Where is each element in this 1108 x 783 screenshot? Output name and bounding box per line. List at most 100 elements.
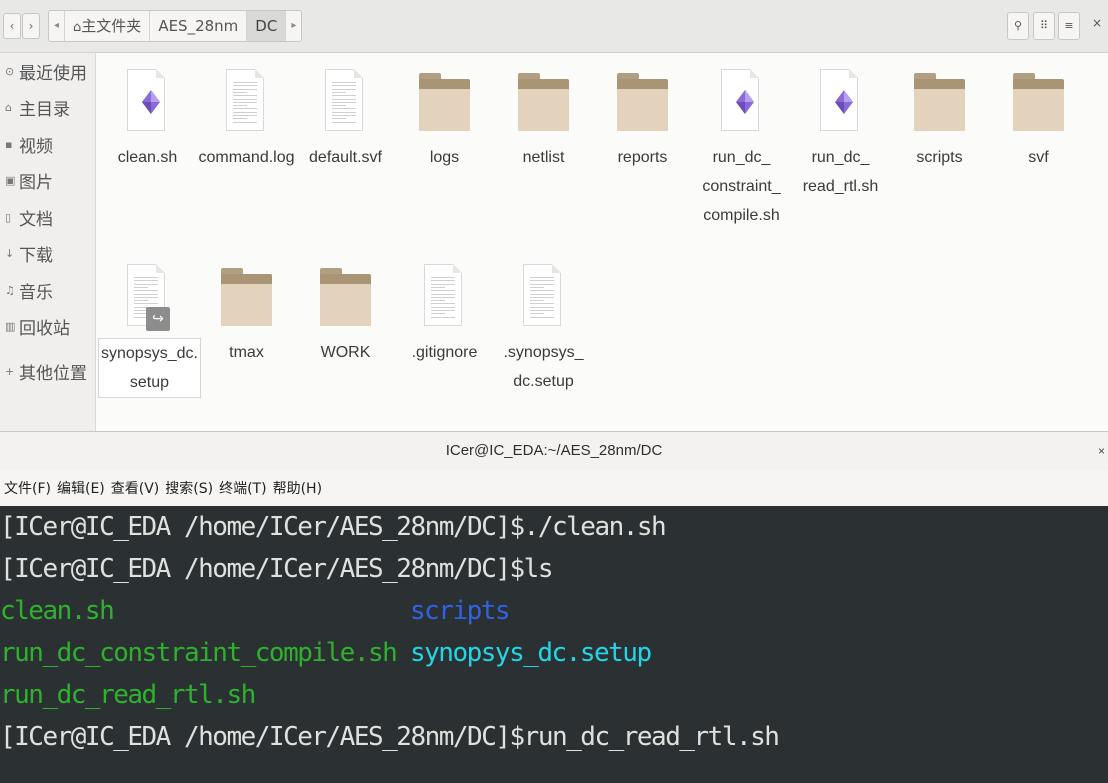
page-fold xyxy=(552,264,561,273)
file-item[interactable]: .gitignore xyxy=(395,248,494,367)
file-item[interactable]: command.log xyxy=(197,53,296,172)
file-name-label: .synopsys_ dc.setup xyxy=(494,338,593,396)
folder-icon xyxy=(221,268,272,326)
page-fold xyxy=(453,264,462,273)
folder-icon xyxy=(419,73,470,131)
menu-button[interactable]: ≡ xyxy=(1058,12,1080,40)
sidebar-item[interactable]: ▪ 视频 xyxy=(0,126,95,163)
file-name-label: tmax xyxy=(197,338,296,367)
search-button[interactable]: ⚲ xyxy=(1007,12,1029,40)
text-line xyxy=(233,115,257,116)
text-line xyxy=(134,277,158,278)
terminal-titlebar: ICer@IC_EDA:~/AES_28nm/DC × xyxy=(0,431,1108,471)
folder-icon-wrap xyxy=(395,53,494,143)
file-item[interactable]: ↪ synopsys_dc. setup xyxy=(98,248,201,398)
page-fold xyxy=(156,264,165,273)
folder-icon-wrap xyxy=(890,53,989,143)
terminal-menu-item[interactable]: 查看(V) xyxy=(111,478,160,498)
terminal-output[interactable]: [ICer@IC_EDA /home/ICer/AES_28nm/DC]$./c… xyxy=(0,506,1108,783)
page-fold xyxy=(255,69,264,78)
terminal-menubar: 文件(F) 编辑(E) 查看(V) 搜索(S) 终端(T) 帮助(H) xyxy=(0,470,1108,506)
folder-icon xyxy=(320,268,371,326)
text-line xyxy=(431,306,455,308)
music-icon: ♫ xyxy=(5,283,15,297)
text-line xyxy=(530,300,544,302)
text-icon-wrap xyxy=(395,248,494,338)
sidebar-item[interactable]: ↓ 下载 xyxy=(0,236,95,273)
file-item[interactable]: netlist xyxy=(494,53,593,172)
terminal-line: run_dc_read_rtl.sh xyxy=(0,674,1108,716)
terminal-text: run_dc_constraint_compile.sh xyxy=(0,638,398,668)
sidebar-item[interactable]: ⊙ 最近使用 xyxy=(0,53,95,90)
text-line xyxy=(332,88,356,90)
terminal-menu-item[interactable]: 帮助(H) xyxy=(273,478,322,498)
file-name-label: WORK xyxy=(296,338,395,367)
file-name-line: tmax xyxy=(229,344,264,361)
breadcrumb-home[interactable]: ⌂主文件夹 xyxy=(65,11,151,41)
file-item[interactable]: reports xyxy=(593,53,692,172)
file-item[interactable]: run_dc_ constraint_ compile.sh xyxy=(692,53,791,230)
sidebar-item[interactable]: ▣ 图片 xyxy=(0,163,95,200)
text-line xyxy=(431,290,455,292)
sidebar-item[interactable]: ♫ 音乐 xyxy=(0,272,95,309)
back-button[interactable]: ‹ xyxy=(3,13,21,39)
breadcrumb-right-arrow[interactable]: ▸ xyxy=(286,11,301,41)
text-line xyxy=(332,111,356,113)
file-name-label: run_dc_ read_rtl.sh xyxy=(791,143,890,201)
terminal-menu-item[interactable]: 终端(T) xyxy=(219,478,266,498)
file-item[interactable]: scripts xyxy=(890,53,989,172)
folder-icon xyxy=(914,73,965,131)
file-name-line: .synopsys_ xyxy=(503,344,584,361)
page-fold xyxy=(849,69,858,78)
file-item[interactable]: default.svf xyxy=(296,53,395,172)
text-line xyxy=(332,82,356,83)
text-line xyxy=(134,303,158,305)
forward-button[interactable]: › xyxy=(22,13,40,39)
sidebar-item[interactable]: ▥ 回收站 xyxy=(0,309,95,346)
file-item[interactable]: .synopsys_ dc.setup xyxy=(494,248,593,396)
text-file-icon xyxy=(325,69,363,131)
sidebar-item[interactable]: + 其他位置 xyxy=(0,353,95,390)
file-item[interactable]: svf xyxy=(989,53,1088,172)
breadcrumb-dc[interactable]: DC xyxy=(247,11,287,41)
breadcrumb-aes[interactable]: AES_28nm xyxy=(150,11,248,41)
text-line xyxy=(431,300,445,302)
breadcrumb-left-arrow[interactable]: ◂ xyxy=(49,11,66,41)
terminal-line: [ICer@IC_EDA /home/ICer/AES_28nm/DC]$ls xyxy=(0,548,1108,590)
sidebar-item[interactable]: ⌂ 主目录 xyxy=(0,90,95,127)
view-options-button[interactable]: ⠿ xyxy=(1033,12,1055,40)
close-icon[interactable]: × xyxy=(1092,16,1102,30)
file-name-line: setup xyxy=(129,374,170,391)
close-icon[interactable]: × xyxy=(1098,432,1105,470)
folder-front xyxy=(320,284,371,326)
file-name-label: default.svf xyxy=(296,143,395,172)
list-view-icon: ⠿ xyxy=(1039,19,1049,32)
folder-front xyxy=(518,89,569,131)
file-item[interactable]: run_dc_ read_rtl.sh xyxy=(791,53,890,201)
sidebar-item[interactable]: ▯ 文档 xyxy=(0,199,95,236)
text-line xyxy=(134,290,158,292)
terminal-text: synopsys_dc.setup xyxy=(410,638,652,668)
script-file-icon xyxy=(721,69,759,131)
folder-front xyxy=(1013,89,1064,131)
file-item[interactable]: WORK xyxy=(296,248,395,367)
terminal-menu-item[interactable]: 编辑(E) xyxy=(57,478,105,498)
terminal-menu-item[interactable]: 文件(F) xyxy=(4,478,51,498)
file-name-label: svf xyxy=(989,143,1088,172)
text-line xyxy=(233,105,247,107)
text-line xyxy=(233,111,257,113)
file-name-label: scripts xyxy=(890,143,989,172)
file-item[interactable]: tmax xyxy=(197,248,296,367)
script-icon-wrap xyxy=(692,53,791,143)
breadcrumb: ◂ ⌂主文件夹 AES_28nm DC ▸ xyxy=(48,10,303,42)
terminal-menu-item[interactable]: 搜索(S) xyxy=(165,478,213,498)
terminal-text: run_dc_read_rtl.sh xyxy=(0,680,256,710)
file-name-label: run_dc_ constraint_ compile.sh xyxy=(692,143,791,230)
shell-script-gem-icon xyxy=(142,90,160,114)
text-line xyxy=(431,303,455,305)
text-line xyxy=(233,95,257,97)
file-item[interactable]: logs xyxy=(395,53,494,172)
folder-icon-wrap xyxy=(296,248,395,338)
file-manager-header: ‹ › ◂ ⌂主文件夹 AES_28nm DC ▸ ⚲ ⠿ ≡ × xyxy=(0,0,1108,53)
file-item[interactable]: clean.sh xyxy=(98,53,197,172)
